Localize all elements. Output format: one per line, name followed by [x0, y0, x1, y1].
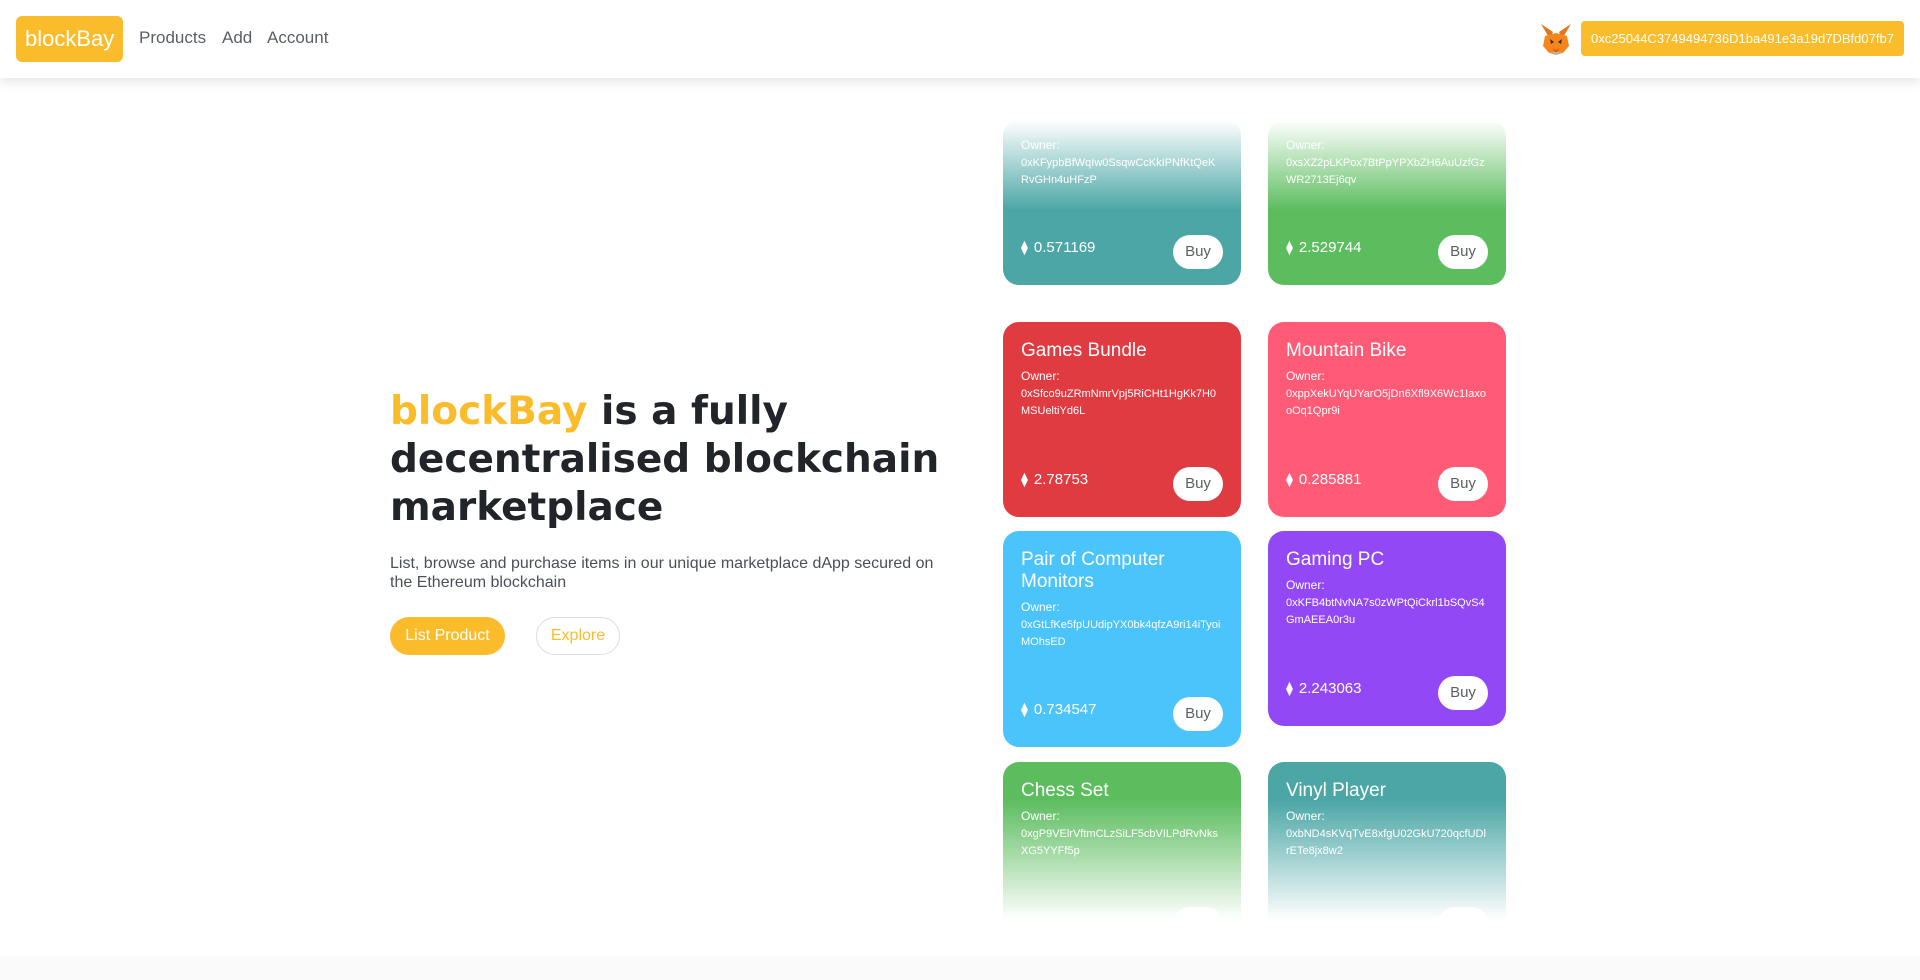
product-card: Mountain Bike Owner: 0xppXekUYqUYarO5jDn…: [1268, 322, 1506, 517]
card-owner-label: Owner:: [1021, 369, 1060, 383]
card-owner-address: 0xSfco9uZRmNmrVpj5RiCHt1HgKk7H0MSUeltiYd…: [1021, 388, 1217, 417]
card-price: ⧫ 0.734547: [1021, 701, 1097, 718]
card-price: ⧫ 2.529744: [1286, 239, 1362, 256]
ethereum-icon: ⧫: [1286, 680, 1293, 696]
product-card: Owner: 0xKFypbBfWqIw0SsqwCcKkIPNfKtQeKRv…: [1003, 120, 1241, 285]
ethereum-icon: ⧫: [1021, 471, 1028, 487]
product-card-grid: Owner: 0xKFypbBfWqIw0SsqwCcKkIPNfKtQeKRv…: [990, 120, 1520, 920]
hero-title: blockBay is a fully decentralised blockc…: [390, 388, 950, 532]
wallet-address-button[interactable]: 0xc25044C3749494736D1ba491e3a19d7DBfd07f…: [1581, 21, 1904, 56]
card-price: ⧫ 2.78753: [1021, 471, 1089, 488]
card-owner-label: Owner:: [1286, 369, 1325, 383]
card-title: Mountain Bike: [1286, 340, 1407, 361]
card-price: ⧫ 0.571169: [1021, 239, 1096, 256]
product-card: Vinyl Player Owner: 0xbND4sKVqTvE8xfgU02…: [1268, 762, 1506, 920]
buy-button[interactable]: Buy: [1173, 467, 1223, 501]
card-owner-address: 0xsXZ2pLKPox7BtPpYPXbZH6AuUzfGzWR2713Ej6…: [1286, 157, 1485, 186]
metamask-fox-icon: [1541, 24, 1571, 55]
product-card: Games Bundle Owner: 0xSfco9uZRmNmrVpj5Ri…: [1003, 322, 1241, 517]
card-owner-address: 0xGtLfKe5fpUUdipYX0bk4qfzA9ri14iTyoiMOhs…: [1021, 619, 1221, 648]
product-card: Gaming PC Owner: 0xKFB4btNvNA7s0zWPtQiCk…: [1268, 531, 1506, 726]
card-owner-label: Owner:: [1021, 809, 1060, 823]
brand-logo[interactable]: blockBay: [16, 16, 124, 62]
list-product-button[interactable]: List Product: [390, 617, 505, 655]
ethereum-icon: ⧫: [1286, 239, 1293, 255]
card-title: Chess Set: [1021, 780, 1109, 801]
card-owner-label: Owner:: [1286, 138, 1325, 152]
hero-description: List, browse and purchase items in our u…: [390, 555, 934, 591]
card-title: Games Bundle: [1021, 340, 1147, 361]
buy-button[interactable]: Buy: [1438, 676, 1488, 710]
product-card: Pair of Computer Monitors Owner: 0xGtLfK…: [1003, 531, 1241, 747]
nav-link-add[interactable]: Add: [222, 27, 252, 49]
page-footer-strip: [0, 956, 1920, 980]
card-owner-label: Owner:: [1286, 809, 1325, 823]
card-owner-label: Owner:: [1021, 600, 1060, 614]
buy-button[interactable]: Buy: [1173, 235, 1223, 269]
ethereum-icon: ⧫: [1286, 471, 1293, 487]
card-title: Pair of Computer Monitors: [1021, 549, 1165, 592]
ethereum-icon: ⧫: [1021, 701, 1028, 717]
card-owner-address: 0xbND4sKVqTvE8xfgU02GkU720qcfUDlrETe8jx8…: [1286, 828, 1486, 857]
nav-link-account[interactable]: Account: [267, 27, 328, 49]
card-title: Gaming PC: [1286, 549, 1385, 570]
product-card: Chess Set Owner: 0xgP9VElrVftmCLzSiLF5cb…: [1003, 762, 1241, 920]
buy-button[interactable]: Buy: [1438, 467, 1488, 501]
card-owner-label: Owner:: [1021, 138, 1060, 152]
card-price: ⧫ 0.285881: [1286, 471, 1362, 488]
card-owner-address: 0xKFypbBfWqIw0SsqwCcKkIPNfKtQeKRvGHn4uHF…: [1021, 157, 1216, 186]
card-owner-address: 0xppXekUYqUYarO5jDn6Xfl9X6Wc1IaxooOq1Qpr…: [1286, 388, 1486, 417]
product-card: Owner: 0xsXZ2pLKPox7BtPpYPXbZH6AuUzfGzWR…: [1268, 120, 1506, 285]
buy-button[interactable]: Buy: [1438, 235, 1488, 269]
nav-link-products[interactable]: Products: [139, 27, 206, 49]
top-navbar: blockBay Products Add Account 0xc25044C3…: [0, 0, 1920, 78]
card-price: ⧫ 2.243063: [1286, 680, 1362, 697]
hero-title-brand: blockBay: [390, 389, 588, 434]
buy-button[interactable]: Buy: [1438, 907, 1488, 920]
card-title: Vinyl Player: [1286, 780, 1386, 801]
card-owner-address: 0xKFB4btNvNA7s0zWPtQiCkrl1bSQvS4GmAEEA0r…: [1286, 597, 1485, 626]
buy-button[interactable]: Buy: [1173, 907, 1223, 920]
ethereum-icon: ⧫: [1021, 239, 1028, 255]
card-owner-label: Owner:: [1286, 578, 1325, 592]
explore-button[interactable]: Explore: [536, 617, 620, 655]
card-owner-address: 0xgP9VElrVftmCLzSiLF5cbVILPdRvNksXG5YYFf…: [1021, 828, 1218, 857]
buy-button[interactable]: Buy: [1173, 697, 1223, 731]
